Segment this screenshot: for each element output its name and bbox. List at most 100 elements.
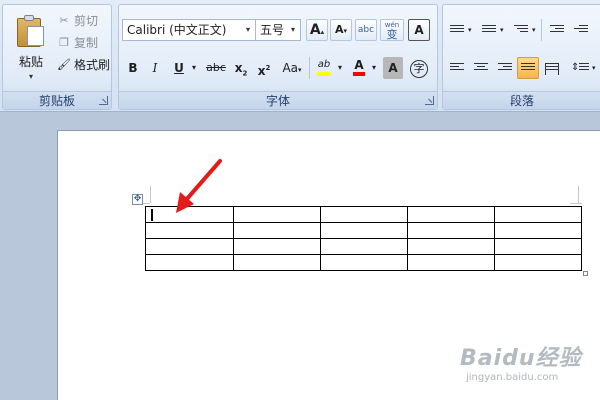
table-cell[interactable] (320, 238, 408, 255)
align-right-button[interactable] (493, 57, 515, 79)
justify-icon (521, 63, 535, 75)
font-color-icon: A (354, 58, 364, 72)
table-row (145, 238, 582, 255)
shrink-font-button[interactable]: A▾ (330, 19, 352, 41)
table-cell[interactable] (233, 254, 321, 271)
subscript-mark: 2 (242, 69, 248, 78)
cut-button[interactable]: ✂ 剪切 (57, 11, 98, 31)
multilevel-list-icon (514, 25, 528, 37)
paste-dropdown-icon[interactable]: ▾ (11, 72, 51, 81)
font-group-label: 字体 (119, 91, 437, 109)
decrease-indent-button[interactable] (545, 19, 567, 41)
align-right-icon (498, 63, 512, 75)
highlight-dropdown-icon[interactable]: ▾ (335, 57, 345, 79)
increase-indent-icon (574, 25, 588, 37)
underline-button[interactable]: U (169, 57, 189, 79)
distributed-align-icon (545, 63, 559, 75)
align-center-button[interactable] (469, 57, 491, 79)
font-color-dropdown-icon[interactable]: ▾ (369, 57, 379, 79)
clear-format-button[interactable]: abc (355, 19, 377, 41)
numbering-button[interactable]: ▾ (477, 19, 507, 41)
table-cell[interactable] (233, 238, 321, 255)
char-border-button[interactable]: A (408, 19, 430, 41)
table-resize-handle[interactable] (583, 271, 588, 276)
table-cell[interactable] (494, 222, 582, 239)
table-cell[interactable] (407, 254, 495, 271)
watermark: Baidu经验 jingyan.baidu.com (460, 340, 600, 400)
char-shading-icon: A (388, 61, 398, 75)
table-cell[interactable] (145, 254, 234, 271)
change-case-icon: Aa (282, 61, 299, 75)
subscript-button[interactable]: x2 (231, 57, 251, 79)
italic-button[interactable]: I (145, 57, 165, 79)
font-name-dropdown-icon[interactable]: ▾ (241, 20, 255, 40)
table-cell[interactable] (407, 222, 495, 239)
multilevel-list-button[interactable]: ▾ (509, 19, 539, 41)
table-cell[interactable] (145, 238, 234, 255)
align-left-button[interactable] (445, 57, 467, 79)
numbering-icon (482, 25, 496, 37)
strikethrough-button[interactable]: abc (203, 57, 229, 79)
font-group: Calibri (中文正文) ▾ 五号 ▾ A▴ A▾ abc wén 变 A … (118, 4, 438, 110)
table-cell[interactable] (494, 206, 582, 223)
superscript-button[interactable]: x2 (254, 57, 274, 79)
paste-icon (17, 15, 45, 47)
red-arrow-icon (176, 159, 222, 213)
font-color-bar (353, 72, 365, 76)
strikethrough-icon: abc (206, 61, 226, 74)
paste-label: 粘贴 (18, 55, 43, 69)
table-move-handle-icon[interactable]: ✥ (132, 194, 143, 205)
font-name-value: Calibri (中文正文) (127, 23, 227, 37)
table-row (145, 222, 582, 239)
underline-dropdown-icon[interactable]: ▾ (189, 57, 199, 79)
increase-indent-button[interactable] (569, 19, 591, 41)
table-cell[interactable] (233, 206, 321, 223)
text-cursor (151, 209, 153, 221)
line-spacing-button[interactable]: ⇕ ▾ (567, 57, 599, 79)
ribbon: 粘贴 ▾ ✂ 剪切 ❐ 复制 🖌 格式刷 剪贴板 Calibri (中文正文) … (0, 0, 600, 112)
pinyin-icon: abc (357, 25, 375, 35)
phonetic-guide-button[interactable]: wén 变 (380, 19, 404, 41)
superscript-mark: 2 (265, 64, 271, 72)
table-row (145, 254, 582, 271)
clipboard-group-label: 剪贴板 (3, 91, 111, 109)
bullets-button[interactable]: ▾ (445, 19, 475, 41)
shrink-font-icon: A (334, 23, 344, 36)
paragraph-group: ▾ ▾ ▾ ⇕ ▾ 段落 (442, 4, 600, 110)
distributed-align-button[interactable] (541, 57, 563, 79)
underline-icon: U (174, 61, 184, 75)
char-border-icon: A (414, 23, 424, 37)
font-launcher-icon[interactable] (425, 96, 434, 105)
table-cell[interactable] (320, 206, 408, 223)
clipboard-group: 粘贴 ▾ ✂ 剪切 ❐ 复制 🖌 格式刷 剪贴板 (2, 4, 112, 110)
font-color-button[interactable]: A (349, 57, 369, 79)
bold-button[interactable]: B (123, 57, 143, 79)
table-cell[interactable] (320, 254, 408, 271)
font-name-combo[interactable]: Calibri (中文正文) ▾ (122, 19, 256, 41)
justify-button[interactable] (517, 57, 539, 79)
table-cell[interactable] (320, 222, 408, 239)
margin-guide-left (150, 186, 151, 203)
paste-button[interactable]: 粘贴 ▾ (11, 13, 51, 87)
scissors-icon: ✂ (59, 14, 69, 27)
grow-font-button[interactable]: A▴ (306, 19, 328, 41)
copy-button[interactable]: ❐ 复制 (57, 33, 98, 53)
italic-icon: I (152, 61, 158, 75)
table-cell[interactable] (145, 222, 234, 239)
change-case-button[interactable]: Aa▾ (277, 57, 307, 79)
table-cell[interactable] (407, 206, 495, 223)
highlight-button[interactable]: ab (313, 57, 335, 79)
table-cell[interactable] (233, 222, 321, 239)
font-size-combo[interactable]: 五号 ▾ (255, 19, 301, 41)
char-shading-button[interactable]: A (383, 57, 403, 79)
margin-guide-right (578, 186, 579, 203)
watermark-url: jingyan.baidu.com (466, 372, 559, 383)
font-size-dropdown-icon[interactable]: ▾ (286, 20, 300, 40)
clipboard-launcher-icon[interactable] (99, 96, 108, 105)
table-cell[interactable] (494, 238, 582, 255)
table-cell[interactable] (407, 238, 495, 255)
bian-char-icon: 变 (386, 28, 398, 41)
format-painter-button[interactable]: 🖌 格式刷 (57, 55, 110, 75)
table-cell[interactable] (494, 254, 582, 271)
enclose-char-button[interactable]: 字 (408, 57, 430, 79)
